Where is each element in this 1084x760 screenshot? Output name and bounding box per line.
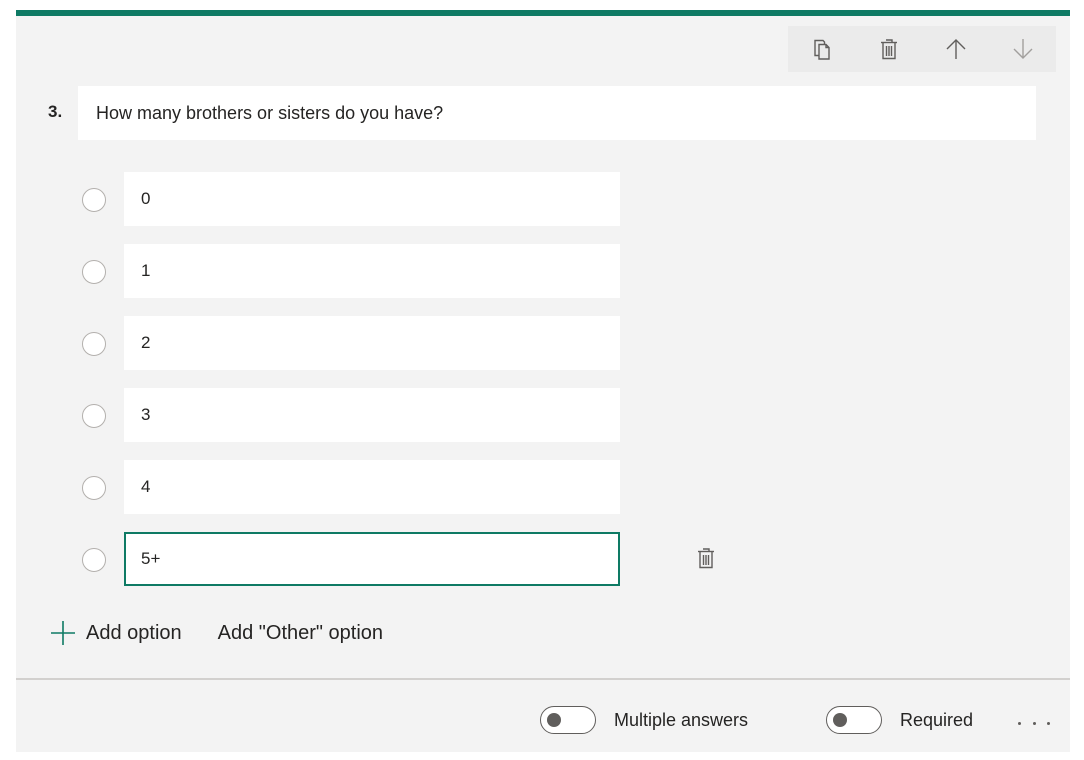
option-row: 3 <box>80 388 640 442</box>
option-row: 2 <box>80 316 640 370</box>
ellipsis-icon <box>1018 721 1021 725</box>
multiple-answers-toggle[interactable] <box>540 706 596 734</box>
required-setting: Required <box>826 706 973 734</box>
add-option-button[interactable]: Add option <box>50 620 182 646</box>
plus-icon <box>51 621 75 645</box>
move-up-button[interactable] <box>922 26 989 72</box>
toggle-knob <box>833 713 847 727</box>
card-accent-bar <box>16 10 1070 16</box>
option-input[interactable]: 1 <box>124 244 620 298</box>
option-row: 0 <box>80 172 640 226</box>
required-toggle[interactable] <box>826 706 882 734</box>
option-input-active[interactable]: 5+ <box>124 532 620 586</box>
add-option-label: Add option <box>86 621 182 644</box>
trash-icon <box>880 39 897 60</box>
option-radio[interactable] <box>82 260 106 284</box>
option-input[interactable]: 3 <box>124 388 620 442</box>
question-card: 3. How many brothers or sisters do you h… <box>16 10 1070 752</box>
question-title-text: How many brothers or sisters do you have… <box>96 102 444 123</box>
copy-icon <box>813 39 830 60</box>
option-text: 0 <box>141 189 151 208</box>
question-number: 3. <box>48 102 63 121</box>
arrow-up-icon <box>946 39 965 59</box>
question-title-field[interactable]: How many brothers or sisters do you have… <box>78 86 1036 140</box>
option-row: 1 <box>80 244 640 298</box>
delete-question-button[interactable] <box>855 26 922 72</box>
option-radio[interactable] <box>82 548 106 572</box>
multiple-answers-label: Multiple answers <box>614 709 749 730</box>
option-row: 4 <box>80 460 640 514</box>
option-text: 1 <box>141 261 151 280</box>
delete-option-button[interactable] <box>696 546 720 572</box>
more-options-button[interactable] <box>1018 716 1050 730</box>
option-text: 5+ <box>141 549 161 568</box>
move-down-button[interactable] <box>989 26 1056 72</box>
toggle-knob <box>547 713 561 727</box>
option-radio[interactable] <box>82 188 106 212</box>
trash-icon <box>698 548 714 569</box>
arrow-down-icon <box>1013 39 1032 59</box>
required-label: Required <box>900 709 974 730</box>
add-other-option-button[interactable]: Add "Other" option <box>218 622 383 645</box>
copy-question-button[interactable] <box>788 26 855 72</box>
option-radio[interactable] <box>82 332 106 356</box>
option-text: 4 <box>141 477 151 496</box>
option-input[interactable]: 0 <box>124 172 620 226</box>
option-input[interactable]: 4 <box>124 460 620 514</box>
option-radio[interactable] <box>82 476 106 500</box>
footer-divider <box>16 678 1070 680</box>
option-input[interactable]: 2 <box>124 316 620 370</box>
option-row-active: 5+ <box>80 532 740 586</box>
option-radio[interactable] <box>82 404 106 428</box>
option-text: 2 <box>141 333 151 352</box>
multiple-answers-setting: Multiple answers <box>540 706 748 734</box>
add-options-row: Add option Add "Other" option <box>50 618 383 648</box>
option-text: 3 <box>141 405 151 424</box>
question-toolbar <box>788 26 1056 72</box>
